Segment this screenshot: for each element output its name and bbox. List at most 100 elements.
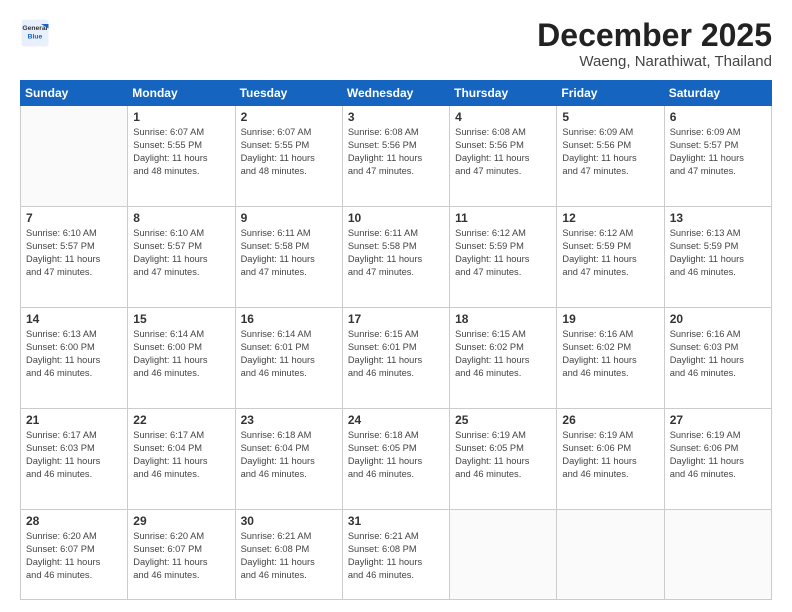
cell-details: Sunrise: 6:13 AMSunset: 6:00 PMDaylight:… xyxy=(26,328,122,380)
day-number: 23 xyxy=(241,413,337,427)
calendar-cell: 8 Sunrise: 6:10 AMSunset: 5:57 PMDaylight… xyxy=(128,207,235,308)
day-number: 15 xyxy=(133,312,229,326)
calendar-cell: 7 Sunrise: 6:10 AMSunset: 5:57 PMDaylight… xyxy=(21,207,128,308)
day-number: 3 xyxy=(348,110,444,124)
day-number: 12 xyxy=(562,211,658,225)
calendar-cell: 24Sunrise: 6:18 AMSunset: 6:05 PMDayligh… xyxy=(342,409,449,510)
weekday-friday: Friday xyxy=(557,81,664,106)
location: Waeng, Narathiwat, Thailand xyxy=(537,53,772,70)
day-number: 5 xyxy=(562,110,658,124)
calendar-week-4: 28 Sunrise: 6:20 AMSunset: 6:07 PMDayligh… xyxy=(21,510,772,600)
calendar-week-2: 14 Sunrise: 6:13 AMSunset: 6:00 PMDayligh… xyxy=(21,308,772,409)
cell-details: Sunrise: 6:16 AMSunset: 6:02 PMDaylight:… xyxy=(562,328,658,380)
calendar-cell: 12 Sunrise: 6:12 AMSunset: 5:59 PMDayligh… xyxy=(557,207,664,308)
calendar-cell: 21 Sunrise: 6:17 AMSunset: 6:03 PMDayligh… xyxy=(21,409,128,510)
calendar-cell: 31 Sunrise: 6:21 AMSunset: 6:08 PMDayligh… xyxy=(342,510,449,600)
calendar-cell: 11 Sunrise: 6:12 AMSunset: 5:59 PMDayligh… xyxy=(450,207,557,308)
calendar-cell xyxy=(664,510,771,600)
cell-details: Sunrise: 6:07 AMSunset: 5:55 PMDaylight:… xyxy=(241,126,337,178)
calendar-cell: 3 Sunrise: 6:08 AMSunset: 5:56 PMDaylight… xyxy=(342,106,449,207)
day-number: 6 xyxy=(670,110,766,124)
cell-details: Sunrise: 6:19 AMSunset: 6:05 PMDaylight:… xyxy=(455,429,551,481)
calendar-cell: 25 Sunrise: 6:19 AMSunset: 6:05 PMDayligh… xyxy=(450,409,557,510)
cell-details: Sunrise: 6:14 AMSunset: 6:01 PMDaylight:… xyxy=(241,328,337,380)
cell-details: Sunrise: 6:18 AMSunset: 6:05 PMDaylight:… xyxy=(348,429,444,481)
calendar-week-1: 7 Sunrise: 6:10 AMSunset: 5:57 PMDaylight… xyxy=(21,207,772,308)
cell-details: Sunrise: 6:19 AMSunset: 6:06 PMDaylight:… xyxy=(670,429,766,481)
cell-details: Sunrise: 6:15 AMSunset: 6:02 PMDaylight:… xyxy=(455,328,551,380)
calendar-cell: 23 Sunrise: 6:18 AMSunset: 6:04 PMDayligh… xyxy=(235,409,342,510)
cell-details: Sunrise: 6:17 AMSunset: 6:04 PMDaylight:… xyxy=(133,429,229,481)
day-number: 8 xyxy=(133,211,229,225)
cell-details: Sunrise: 6:18 AMSunset: 6:04 PMDaylight:… xyxy=(241,429,337,481)
calendar-cell: 27 Sunrise: 6:19 AMSunset: 6:06 PMDayligh… xyxy=(664,409,771,510)
calendar-cell: 15 Sunrise: 6:14 AMSunset: 6:00 PMDayligh… xyxy=(128,308,235,409)
logo-icon: General Blue xyxy=(20,18,50,48)
cell-details: Sunrise: 6:20 AMSunset: 6:07 PMDaylight:… xyxy=(26,530,122,582)
weekday-wednesday: Wednesday xyxy=(342,81,449,106)
calendar-cell: 28 Sunrise: 6:20 AMSunset: 6:07 PMDayligh… xyxy=(21,510,128,600)
day-number: 13 xyxy=(670,211,766,225)
cell-details: Sunrise: 6:12 AMSunset: 5:59 PMDaylight:… xyxy=(562,227,658,279)
cell-details: Sunrise: 6:11 AMSunset: 5:58 PMDaylight:… xyxy=(241,227,337,279)
calendar-cell xyxy=(21,106,128,207)
day-number: 14 xyxy=(26,312,122,326)
calendar-cell: 2Sunrise: 6:07 AMSunset: 5:55 PMDaylight… xyxy=(235,106,342,207)
weekday-tuesday: Tuesday xyxy=(235,81,342,106)
calendar-cell: 16Sunrise: 6:14 AMSunset: 6:01 PMDayligh… xyxy=(235,308,342,409)
calendar-cell: 6 Sunrise: 6:09 AMSunset: 5:57 PMDaylight… xyxy=(664,106,771,207)
day-number: 29 xyxy=(133,514,229,528)
cell-details: Sunrise: 6:09 AMSunset: 5:57 PMDaylight:… xyxy=(670,126,766,178)
cell-details: Sunrise: 6:14 AMSunset: 6:00 PMDaylight:… xyxy=(133,328,229,380)
calendar-cell: 18 Sunrise: 6:15 AMSunset: 6:02 PMDayligh… xyxy=(450,308,557,409)
day-number: 17 xyxy=(348,312,444,326)
day-number: 22 xyxy=(133,413,229,427)
calendar-cell: 30Sunrise: 6:21 AMSunset: 6:08 PMDayligh… xyxy=(235,510,342,600)
day-number: 31 xyxy=(348,514,444,528)
day-number: 1 xyxy=(133,110,229,124)
weekday-monday: Monday xyxy=(128,81,235,106)
day-number: 11 xyxy=(455,211,551,225)
page-header: General Blue December 2025 Waeng, Narath… xyxy=(20,18,772,70)
calendar-cell xyxy=(450,510,557,600)
cell-details: Sunrise: 6:12 AMSunset: 5:59 PMDaylight:… xyxy=(455,227,551,279)
cell-details: Sunrise: 6:08 AMSunset: 5:56 PMDaylight:… xyxy=(348,126,444,178)
weekday-saturday: Saturday xyxy=(664,81,771,106)
calendar-cell: 1 Sunrise: 6:07 AMSunset: 5:55 PMDaylight… xyxy=(128,106,235,207)
cell-details: Sunrise: 6:19 AMSunset: 6:06 PMDaylight:… xyxy=(562,429,658,481)
cell-details: Sunrise: 6:13 AMSunset: 5:59 PMDaylight:… xyxy=(670,227,766,279)
day-number: 25 xyxy=(455,413,551,427)
cell-details: Sunrise: 6:10 AMSunset: 5:57 PMDaylight:… xyxy=(26,227,122,279)
cell-details: Sunrise: 6:20 AMSunset: 6:07 PMDaylight:… xyxy=(133,530,229,582)
weekday-sunday: Sunday xyxy=(21,81,128,106)
cell-details: Sunrise: 6:17 AMSunset: 6:03 PMDaylight:… xyxy=(26,429,122,481)
calendar-cell: 5Sunrise: 6:09 AMSunset: 5:56 PMDaylight… xyxy=(557,106,664,207)
cell-details: Sunrise: 6:16 AMSunset: 6:03 PMDaylight:… xyxy=(670,328,766,380)
svg-text:Blue: Blue xyxy=(28,33,43,40)
day-number: 19 xyxy=(562,312,658,326)
calendar-table: SundayMondayTuesdayWednesdayThursdayFrid… xyxy=(20,80,772,600)
calendar-cell xyxy=(557,510,664,600)
cell-details: Sunrise: 6:15 AMSunset: 6:01 PMDaylight:… xyxy=(348,328,444,380)
day-number: 18 xyxy=(455,312,551,326)
title-block: December 2025 Waeng, Narathiwat, Thailan… xyxy=(537,18,772,70)
cell-details: Sunrise: 6:11 AMSunset: 5:58 PMDaylight:… xyxy=(348,227,444,279)
day-number: 4 xyxy=(455,110,551,124)
calendar-cell: 19 Sunrise: 6:16 AMSunset: 6:02 PMDayligh… xyxy=(557,308,664,409)
cell-details: Sunrise: 6:08 AMSunset: 5:56 PMDaylight:… xyxy=(455,126,551,178)
day-number: 9 xyxy=(241,211,337,225)
calendar-cell: 9 Sunrise: 6:11 AMSunset: 5:58 PMDaylight… xyxy=(235,207,342,308)
day-number: 21 xyxy=(26,413,122,427)
calendar-cell: 26Sunrise: 6:19 AMSunset: 6:06 PMDayligh… xyxy=(557,409,664,510)
cell-details: Sunrise: 6:10 AMSunset: 5:57 PMDaylight:… xyxy=(133,227,229,279)
day-number: 7 xyxy=(26,211,122,225)
cell-details: Sunrise: 6:21 AMSunset: 6:08 PMDaylight:… xyxy=(241,530,337,582)
cell-details: Sunrise: 6:07 AMSunset: 5:55 PMDaylight:… xyxy=(133,126,229,178)
day-number: 28 xyxy=(26,514,122,528)
calendar-cell: 14 Sunrise: 6:13 AMSunset: 6:00 PMDayligh… xyxy=(21,308,128,409)
logo: General Blue xyxy=(20,18,50,48)
calendar-cell: 4 Sunrise: 6:08 AMSunset: 5:56 PMDaylight… xyxy=(450,106,557,207)
day-number: 27 xyxy=(670,413,766,427)
cell-details: Sunrise: 6:21 AMSunset: 6:08 PMDaylight:… xyxy=(348,530,444,582)
calendar-cell: 13 Sunrise: 6:13 AMSunset: 5:59 PMDayligh… xyxy=(664,207,771,308)
